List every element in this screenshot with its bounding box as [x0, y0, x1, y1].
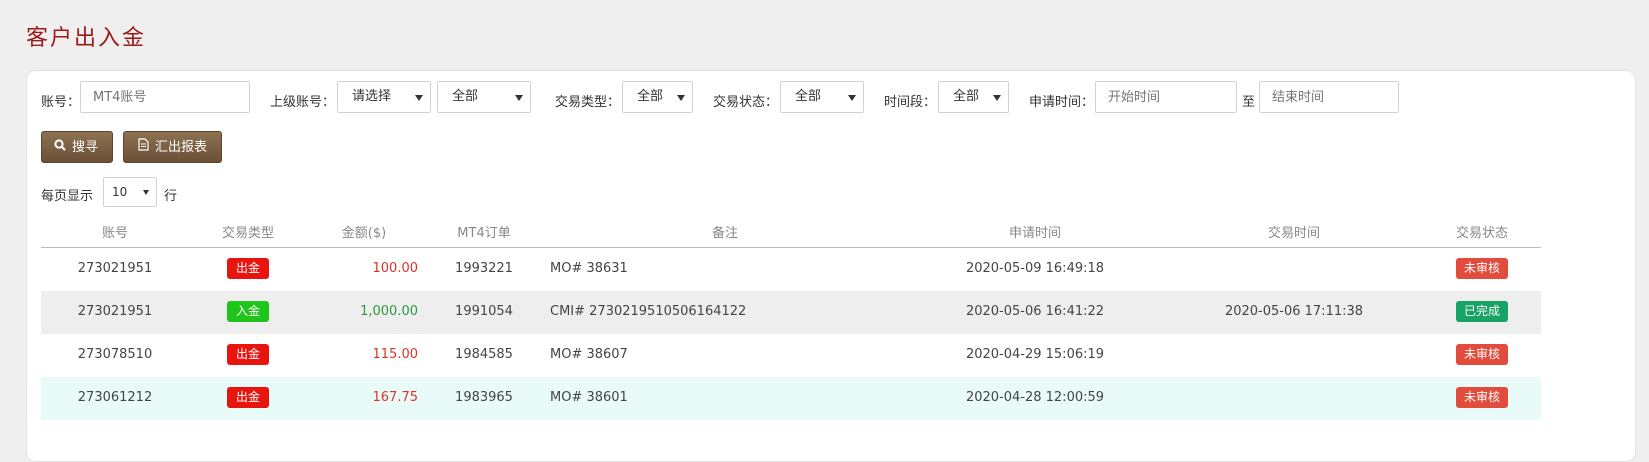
cell-note: MO# 38631	[550, 261, 628, 276]
cell-order: 1991054	[455, 304, 513, 319]
period-select-value: 全部	[953, 89, 980, 104]
header-amount: 金额($)	[341, 226, 387, 241]
page-title: 客户出入金	[26, 26, 147, 51]
parent-scope-select-value: 全部	[452, 89, 479, 104]
to-label: 至	[1242, 95, 1256, 110]
table-row: 273061212 出金 167.75 1983965 MO# 38601 20…	[41, 377, 1541, 420]
search-button-label: 搜寻	[72, 140, 99, 155]
header-trade-time: 交易时间	[1267, 226, 1321, 241]
per-page-label: 每页显示	[41, 189, 94, 204]
cell-apply-time: 2020-04-28 12:00:59	[965, 390, 1105, 405]
chevron-down-icon	[415, 95, 423, 101]
cell-apply-time: 2020-05-06 16:41:22	[965, 304, 1105, 319]
chevron-down-icon	[515, 95, 523, 101]
table-row: 273078510 出金 115.00 1984585 MO# 38607 20…	[41, 334, 1541, 377]
cell-note: MO# 38607	[550, 347, 628, 362]
header-type: 交易类型	[221, 226, 275, 241]
main-panel: 账号： 上级账号： 请选择 全部 交易类型： 全部 交易状态： 全部 时间段： …	[26, 70, 1636, 462]
document-icon	[138, 132, 149, 162]
cell-trade-time: 2020-05-06 17:11:38	[1224, 304, 1364, 319]
export-report-button[interactable]: 汇出报表	[123, 131, 223, 163]
start-time-input[interactable]	[1095, 81, 1237, 113]
header-order: MT4订单	[457, 226, 511, 241]
parent-account-select[interactable]: 请选择	[337, 81, 431, 113]
apply-time-label: 申请时间：	[1029, 95, 1095, 110]
rows-label: 行	[164, 189, 178, 204]
trade-status-select-value: 全部	[795, 89, 822, 104]
cell-order: 1983965	[455, 390, 513, 405]
account-label: 账号：	[41, 95, 81, 110]
trade-type-label: 交易类型：	[555, 95, 621, 110]
chevron-down-icon	[848, 95, 856, 101]
cell-account: 273078510	[77, 347, 153, 362]
cell-account: 273021951	[77, 304, 153, 319]
search-button[interactable]: 搜寻	[41, 131, 114, 163]
end-time-input[interactable]	[1259, 81, 1399, 113]
header-apply-time: 申请时间	[1008, 226, 1062, 241]
trade-status-select[interactable]: 全部	[780, 81, 864, 113]
trade-status-label: 交易状态：	[713, 95, 779, 110]
search-icon	[54, 132, 66, 162]
cell-note: MO# 38601	[550, 390, 628, 405]
period-select[interactable]: 全部	[938, 81, 1009, 113]
header-status: 交易状态	[1455, 226, 1509, 241]
chevron-down-icon	[143, 190, 149, 195]
status-badge: 未审核	[1456, 258, 1508, 279]
trade-type-select[interactable]: 全部	[622, 81, 693, 113]
header-note: 备注	[711, 226, 739, 241]
status-badge: 未审核	[1456, 344, 1508, 365]
cell-apply-time: 2020-04-29 15:06:19	[965, 347, 1105, 362]
status-badge: 已完成	[1456, 301, 1508, 322]
per-page-select[interactable]: 10	[103, 177, 157, 207]
type-badge: 出金	[227, 387, 269, 408]
parent-account-label: 上级账号：	[270, 95, 336, 110]
cell-note: CMI# 2730219510506164122	[550, 304, 747, 319]
cell-amount: 115.00	[372, 347, 419, 362]
type-badge: 出金	[227, 344, 269, 365]
table-row: 273021951 入金 1,000.00 1991054 CMI# 27302…	[41, 291, 1541, 334]
cell-account: 273061212	[77, 390, 153, 405]
cell-order: 1984585	[455, 347, 513, 362]
type-badge: 出金	[227, 258, 269, 279]
header-account: 账号	[101, 226, 129, 241]
cell-account: 273021951	[77, 261, 153, 276]
status-badge: 未审核	[1456, 387, 1508, 408]
chevron-down-icon	[993, 95, 1001, 101]
per-page-value: 10	[112, 185, 128, 199]
cell-order: 1993221	[455, 261, 513, 276]
cell-amount: 167.75	[372, 390, 419, 405]
export-button-label: 汇出报表	[155, 140, 208, 155]
table-header: 账号 交易类型 金额($) MT4订单 备注 申请时间 交易时间 交易状态	[41, 215, 1541, 248]
chevron-down-icon	[677, 95, 685, 101]
trade-type-select-value: 全部	[637, 89, 664, 104]
table-row: 273021951 出金 100.00 1993221 MO# 38631 20…	[41, 248, 1541, 291]
transactions-table: 账号 交易类型 金额($) MT4订单 备注 申请时间 交易时间 交易状态 27…	[41, 215, 1541, 420]
account-input[interactable]	[80, 81, 250, 113]
type-badge: 入金	[227, 301, 269, 322]
parent-account-select-value: 请选择	[352, 89, 392, 104]
parent-scope-select[interactable]: 全部	[437, 81, 531, 113]
period-label: 时间段：	[884, 95, 937, 110]
cell-apply-time: 2020-05-09 16:49:18	[965, 261, 1105, 276]
cell-amount: 100.00	[372, 261, 419, 276]
cell-amount: 1,000.00	[360, 304, 418, 319]
